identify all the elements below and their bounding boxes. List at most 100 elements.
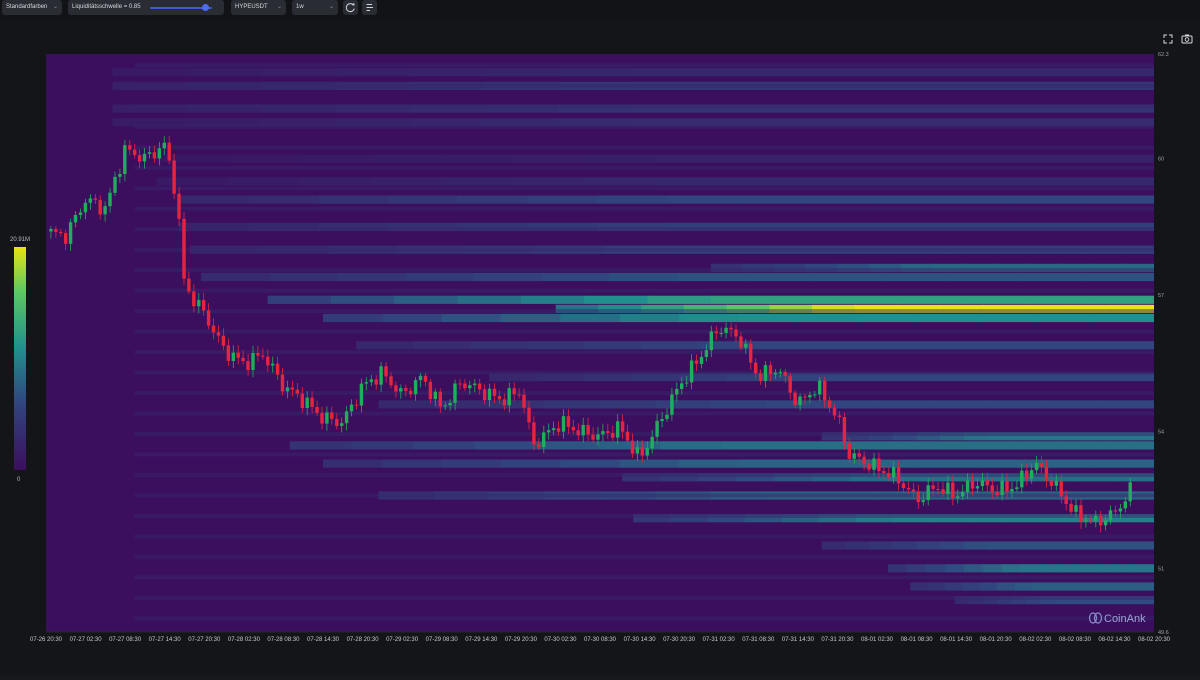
liquidity-band-cell [1032,582,1051,591]
liquidity-band-cell [1049,582,1068,591]
liquidity-band-cell [875,195,946,204]
x-tick-label: 08-01 08:30 [901,637,934,643]
liquidation-heatmap-chart: 62.36057545149.6 07-26 20:30 07-27 02:30 0… [10,34,1193,643]
camera-icon [1181,34,1193,44]
candle-body [685,382,689,384]
candle-body [892,467,896,478]
candle-body [349,404,354,412]
candle-body [261,355,265,357]
candle-body [157,148,161,159]
x-tick-label: 07-31 20:30 [821,637,854,643]
liquidity-band-cell [1035,313,1096,323]
liquidity-band-cell [987,541,1013,550]
candle-body [93,198,97,200]
candle-body [808,394,812,398]
candle-body [823,380,827,401]
liquidity-band-cell [609,272,679,282]
liquidity-band-cell [964,295,1029,304]
candle-body [497,396,502,400]
settings-menu-button[interactable] [362,0,377,15]
candle-body [315,407,319,413]
x-tick-label: 07-27 20:30 [188,637,221,643]
liquidity-band-cell [289,441,353,450]
candle-body [330,412,334,419]
liquidity-band-cell [134,432,1154,436]
timeframe-select[interactable]: 1w ⌄ [292,0,338,15]
x-tick-label: 07-28 20:30 [347,637,380,643]
candle-body [325,412,329,424]
liquidity-band-cell [877,400,934,409]
liquidity-band-cell [869,541,894,550]
y-tick-label: 60 [1158,157,1164,163]
color-scheme-select[interactable]: Standardfarben ⌄ [2,0,62,15]
liquidity-band-cell [323,313,384,323]
liquidity-band-cell [821,541,847,550]
liquidity-band-cell [983,564,1004,573]
liquidity-band-cell [1040,341,1098,350]
x-tick-label: 07-28 14:30 [307,637,340,643]
candle-body [1000,480,1004,495]
liquidity-band-cell [968,441,1032,450]
liquidity-band-cell [201,272,271,282]
liquidity-band-cell [1030,441,1094,450]
candle-body [803,396,807,398]
candle-body [379,366,383,385]
x-tick-label: 07-30 08:30 [584,637,617,643]
y-tick-label: 54 [1158,430,1164,436]
fullscreen-button[interactable] [1163,34,1173,44]
candle-body [739,336,743,348]
candle-body [813,394,817,396]
liquidity-band-cell [856,68,932,77]
x-tick-label: 07-29 14:30 [465,637,498,643]
timeframe-label: 1w [296,4,304,10]
refresh-button[interactable] [343,0,358,15]
liquidity-band-cell [641,341,700,350]
liquidity-band-cell [845,541,870,550]
candle-body [517,394,521,396]
candle-body [285,387,290,392]
candle-body [744,343,748,348]
candle-body [724,327,728,333]
liquidity-band-cell [710,295,776,304]
liquidity-band-cell [470,341,529,350]
liquidity-band-cell [633,68,709,77]
threshold-slider-handle[interactable] [202,4,209,11]
candle-body [630,440,635,454]
liquidity-band-cell [1130,541,1154,550]
liquidity-band-cell [501,313,562,323]
candle-body [187,278,191,292]
liquidity-band-cell [560,459,621,468]
candle-body [1020,470,1024,488]
liquidity-band-cell [413,441,476,450]
liquidity-band-cell [619,313,681,323]
liquidity-band-cell [679,313,740,323]
candle-body [1069,503,1073,512]
candle-body [537,444,541,447]
candle-body [551,428,556,431]
liquidity-band-cell [619,459,681,468]
colorbar: 20.91M 0 [10,237,30,483]
candle-body [492,388,497,396]
candle-body [901,483,906,489]
candle-body [83,202,88,213]
liquidity-band-cell [394,295,459,304]
candle-body [399,388,403,392]
liquidity-band-cell [1090,295,1154,304]
liquidity-band-cell [134,350,1154,355]
liquidity-band-cell [1082,154,1154,163]
liquidity-band-cell [134,206,1154,211]
threshold-slider-control[interactable]: Liquiditätsschwelle = 0.85 [68,0,224,15]
candle-body [566,416,571,427]
candle-body [231,352,235,361]
liquidity-band-cell [584,295,649,304]
candle-body [246,361,250,370]
liquidity-band-cell [738,459,799,468]
screenshot-button[interactable] [1181,34,1193,44]
liquidity-band-cell [881,272,951,282]
candle-body [936,489,940,490]
candle-body [1054,480,1058,486]
symbol-select[interactable]: HYPEUSDT ⌄ [231,0,286,15]
liquidity-band-cell [484,68,560,77]
liquidity-band-cell [433,400,491,409]
liquidity-band-cell [134,83,1154,88]
